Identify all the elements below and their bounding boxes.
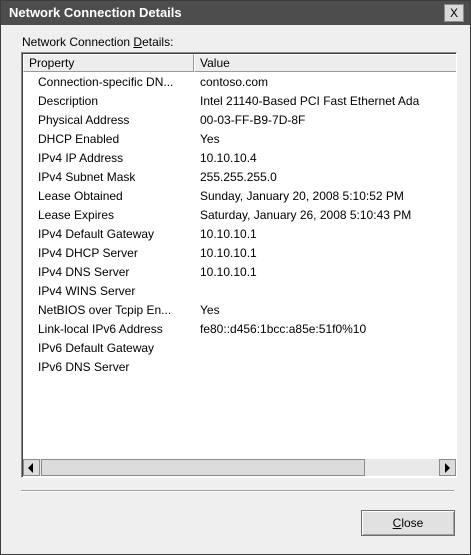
property-cell: IPv4 WINS Server — [38, 284, 136, 298]
list-row[interactable]: NetBIOS over Tcpip En... Yes — [23, 301, 456, 320]
close-icon[interactable]: X — [444, 4, 464, 22]
property-cell: IPv6 Default Gateway — [38, 341, 155, 355]
list-row[interactable]: DHCP Enabled Yes — [23, 130, 456, 149]
property-cell: IPv4 Default Gateway — [38, 227, 155, 241]
list-row[interactable]: IPv4 WINS Server — [23, 282, 456, 301]
list-row[interactable]: IPv4 Subnet Mask 255.255.255.0 — [23, 168, 456, 187]
list-row[interactable]: IPv4 DNS Server 10.10.10.1 — [23, 263, 456, 282]
details-list-view[interactable]: Property Value Connection-specific DN...… — [21, 52, 457, 478]
list-row[interactable]: Description Intel 21140-Based PCI Fast Et… — [23, 92, 456, 111]
horizontal-scrollbar[interactable] — [23, 459, 456, 476]
property-cell: IPv4 DNS Server — [38, 265, 130, 279]
value-cell: 00-03-FF-B9-7D-8F — [200, 113, 306, 127]
window-title: Network Connection Details — [9, 5, 182, 20]
property-cell: NetBIOS over Tcpip En... — [38, 303, 172, 317]
list-row[interactable]: IPv4 IP Address 10.10.10.4 — [23, 149, 456, 168]
value-cell: contoso.com — [200, 75, 269, 89]
scroll-left-button[interactable] — [23, 459, 40, 476]
title-bar[interactable]: Network Connection Details X — [1, 1, 470, 25]
close-button[interactable]: Close — [361, 510, 455, 536]
column-header-value[interactable]: Value — [194, 54, 456, 72]
property-cell: IPv4 IP Address — [38, 151, 124, 165]
list-row[interactable]: Connection-specific DN... contoso.com — [23, 73, 456, 92]
value-cell: 10.10.10.4 — [200, 151, 257, 165]
details-label-accelerator: D — [133, 35, 143, 49]
list-row[interactable]: IPv4 Default Gateway 10.10.10.1 — [23, 225, 456, 244]
property-cell: DHCP Enabled — [38, 132, 120, 146]
details-label: Network Connection Details: — [22, 35, 174, 49]
value-cell: Saturday, January 26, 2008 5:10:43 PM — [200, 208, 412, 222]
value-cell: Intel 21140-Based PCI Fast Ethernet Ada — [200, 94, 420, 108]
value-cell: Yes — [200, 303, 220, 317]
list-row[interactable]: IPv4 DHCP Server 10.10.10.1 — [23, 244, 456, 263]
chevron-right-icon — [445, 463, 450, 473]
property-cell: IPv6 DNS Server — [38, 360, 130, 374]
property-cell: IPv4 DHCP Server — [38, 246, 138, 260]
list-row[interactable]: Lease Obtained Sunday, January 20, 2008 5… — [23, 187, 456, 206]
value-cell: 10.10.10.1 — [200, 246, 257, 260]
list-row[interactable]: Physical Address 00-03-FF-B9-7D-8F — [23, 111, 456, 130]
divider — [21, 490, 454, 492]
property-cell: Connection-specific DN... — [38, 75, 174, 89]
close-glyph: X — [449, 6, 458, 20]
scroll-thumb[interactable] — [41, 459, 365, 476]
close-button-label: lose — [401, 516, 424, 530]
column-header-property[interactable]: Property — [23, 54, 194, 72]
list-row[interactable]: IPv6 Default Gateway — [23, 339, 456, 358]
scroll-right-button[interactable] — [439, 459, 456, 476]
value-cell: fe80::d456:1bcc:a85e:51f0%10 — [200, 322, 367, 336]
value-cell: 10.10.10.1 — [200, 227, 257, 241]
list-row[interactable]: Link-local IPv6 Address fe80::d456:1bcc:a… — [23, 320, 456, 339]
value-cell: 255.255.255.0 — [200, 170, 277, 184]
property-cell: Link-local IPv6 Address — [38, 322, 163, 336]
property-cell: Description — [38, 94, 99, 108]
value-cell: Sunday, January 20, 2008 5:10:52 PM — [200, 189, 404, 203]
list-row[interactable]: Lease Expires Saturday, January 26, 2008 … — [23, 206, 456, 225]
property-cell: IPv4 Subnet Mask — [38, 170, 136, 184]
list-rows: Connection-specific DN... contoso.com Des… — [23, 73, 456, 377]
chevron-left-icon — [28, 463, 33, 473]
value-cell: 10.10.10.1 — [200, 265, 257, 279]
dialog-window: Network Connection Details X Network Con… — [0, 0, 471, 555]
list-row[interactable]: IPv6 DNS Server — [23, 358, 456, 377]
property-cell: Lease Obtained — [38, 189, 123, 203]
list-header: Property Value — [23, 54, 456, 72]
property-cell: Lease Expires — [38, 208, 115, 222]
value-cell: Yes — [200, 132, 220, 146]
property-cell: Physical Address — [38, 113, 130, 127]
